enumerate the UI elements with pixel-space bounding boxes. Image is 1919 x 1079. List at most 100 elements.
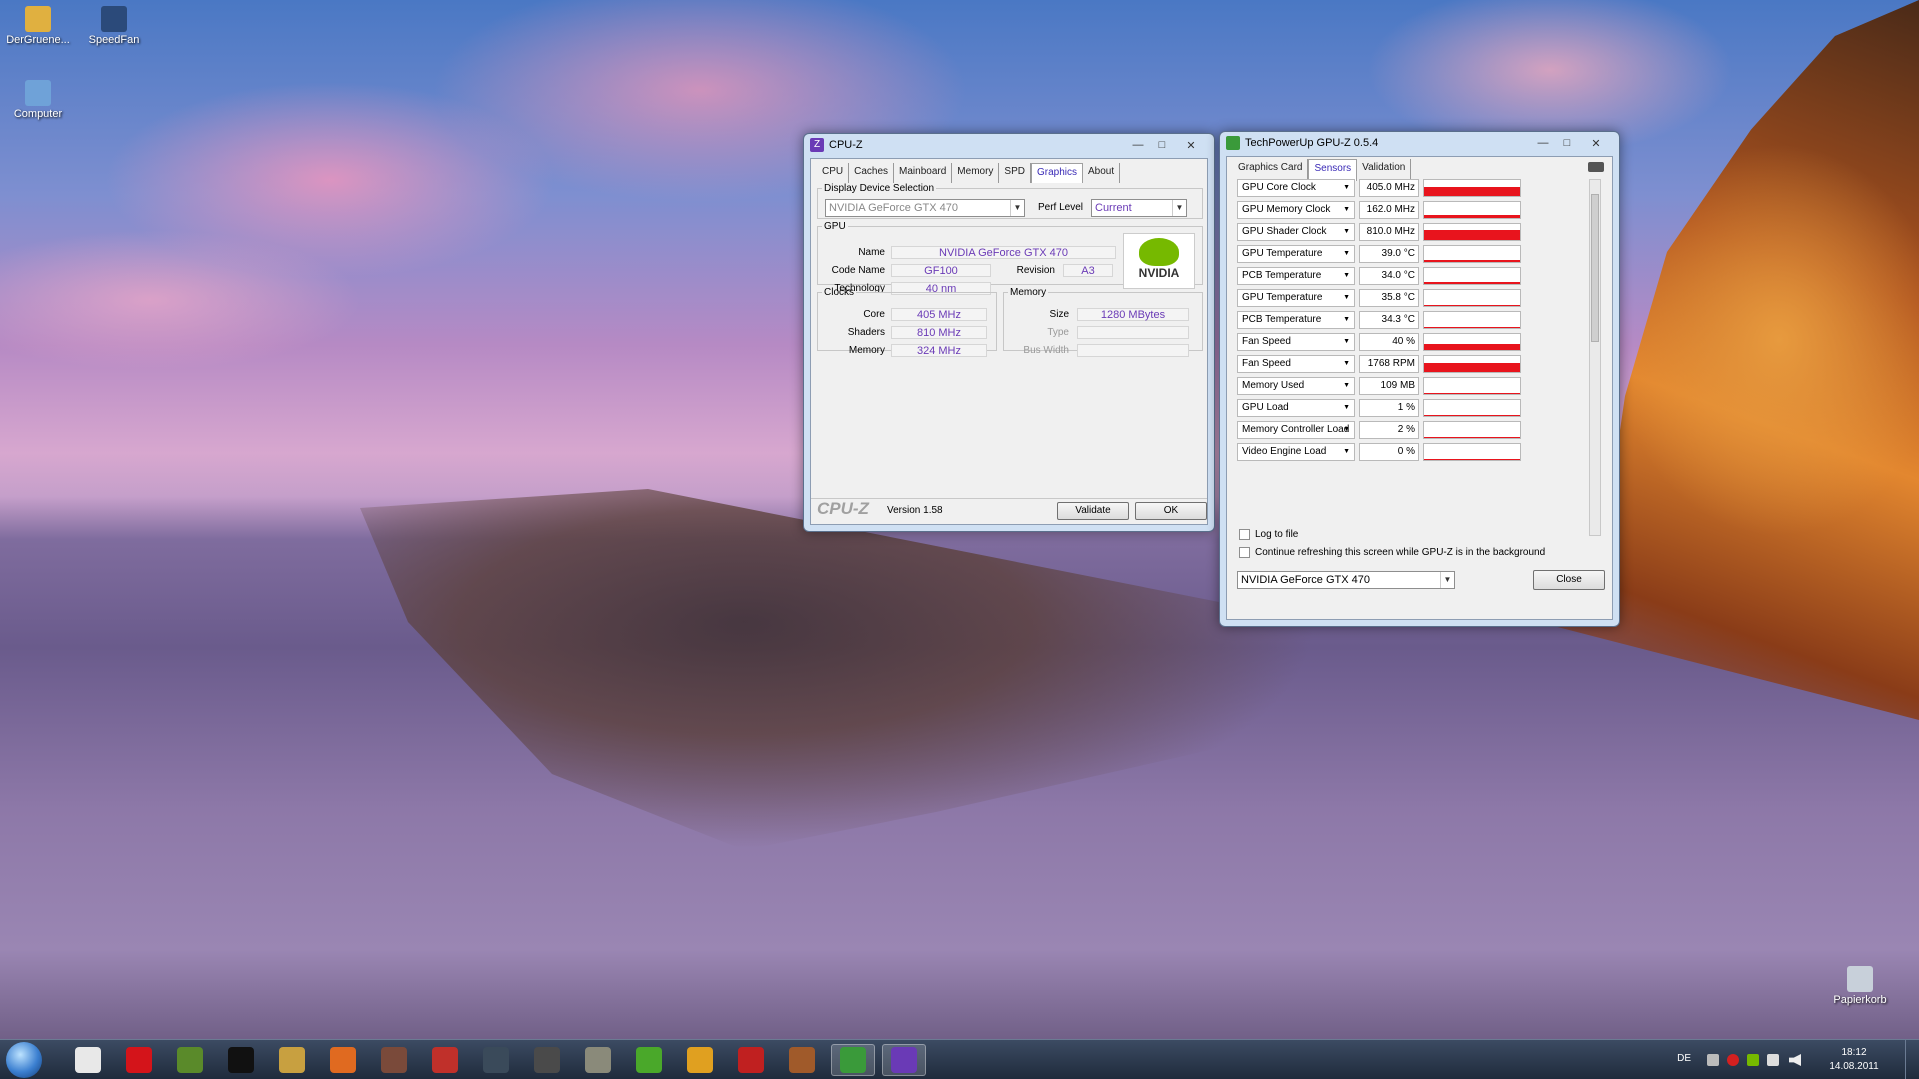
taskbar-borderlands[interactable] [729,1044,773,1076]
start-button[interactable] [6,1042,42,1078]
nvidia-wordmark: NVIDIA [1138,266,1180,280]
log-to-file-checkbox[interactable] [1239,529,1250,540]
taskbar-wolf-app[interactable] [66,1044,110,1076]
gpuz-tabs: Graphics Card Sensors Validation [1227,157,1612,181]
taskbar-minecraft[interactable] [168,1044,212,1076]
codename-label: Code Name [831,265,885,276]
gpu-device-select[interactable]: NVIDIA GeForce GTX 470 ▼ [1237,571,1455,589]
desktop-icon-recycle-bin[interactable]: Papierkorb [1822,966,1898,1006]
maximize-icon[interactable]: □ [1150,137,1174,153]
desktop-icon-label: SpeedFan [88,34,140,46]
sensor-scrollbar[interactable] [1589,179,1601,536]
volume-icon[interactable] [1789,1054,1801,1066]
taskbar-crossfire-game[interactable] [423,1044,467,1076]
nvidia-tray-icon[interactable] [1747,1054,1759,1066]
tab-memory[interactable]: Memory [952,163,1000,183]
tab-sensors[interactable]: Sensors [1308,159,1358,181]
taskbar-fighter-game[interactable] [372,1044,416,1076]
clock[interactable]: 18:12 14.08.2011 [1819,1046,1889,1074]
taskbar-command-prompt[interactable] [219,1044,263,1076]
memory-buswidth-value [1077,344,1189,357]
core-label: Core [863,309,885,320]
gpuz-titlebar[interactable]: TechPowerUp GPU-Z 0.5.4 — □ ✕ [1220,132,1619,154]
sensor-name-select[interactable]: PCB Temperature ▼ [1237,311,1355,329]
tab-graphics-card[interactable]: Graphics Card [1233,159,1309,181]
cpuz-app-icon: Z [810,138,824,152]
tab-graphics[interactable]: Graphics [1030,163,1083,183]
sensor-name-select[interactable]: Video Engine Load ▼ [1237,443,1355,461]
show-desktop-button[interactable] [1905,1040,1919,1079]
sensor-graph-fill [1424,260,1520,262]
antivirus-icon[interactable] [1727,1054,1739,1066]
taskbar-pixel-game[interactable] [780,1044,824,1076]
cpuz-titlebar[interactable]: Z CPU-Z — □ ✕ [804,134,1214,156]
perf-level-select[interactable]: Current ▼ [1091,199,1187,217]
sensor-name-select[interactable]: Fan Speed ▼ [1237,333,1355,351]
sensor-name-select[interactable]: GPU Load ▼ [1237,399,1355,417]
sensor-value: 405.0 MHz [1359,179,1419,197]
sensor-name-select[interactable]: Memory Used ▼ [1237,377,1355,395]
desktop-icon-label: Papierkorb [1833,994,1887,1006]
tab-validation[interactable]: Validation [1357,159,1412,181]
sensor-graph-fill [1424,327,1520,328]
tab-about[interactable]: About [1083,163,1121,183]
desktop-icon-dergruene[interactable]: DerGruene... [0,6,76,46]
display-device-select[interactable]: NVIDIA GeForce GTX 470 ▼ [825,199,1025,217]
sensor-name-select[interactable]: GPU Temperature ▼ [1237,289,1355,307]
gpuz-taskbar-icon [840,1047,866,1073]
sensor-graph [1423,399,1521,417]
chevron-down-icon: ▼ [1343,206,1350,213]
tab-spd[interactable]: SPD [999,163,1031,183]
sensor-name-select[interactable]: Memory Controller Load ▼ [1237,421,1355,439]
network-icon[interactable] [1707,1054,1719,1066]
maximize-icon[interactable]: □ [1555,135,1579,151]
desktop-icon-computer[interactable]: Computer [0,80,76,120]
action-center-icon[interactable] [1767,1054,1779,1066]
ok-button[interactable]: OK [1135,502,1207,520]
orange-shield-app-icon [330,1047,356,1073]
taskbar-gpuz-taskbar[interactable] [831,1044,875,1076]
tab-caches[interactable]: Caches [849,163,895,183]
taskbar-two-worlds-game[interactable] [678,1044,722,1076]
tab-cpu[interactable]: CPU [817,163,850,183]
taskbar-game-shield-app[interactable] [270,1044,314,1076]
close-button[interactable]: Close [1533,570,1605,590]
sensor-graph [1423,289,1521,307]
taskbar-robot-game[interactable] [576,1044,620,1076]
sensor-name-select[interactable]: GPU Core Clock ▼ [1237,179,1355,197]
sensor-name-select[interactable]: GPU Shader Clock ▼ [1237,223,1355,241]
camera-icon[interactable] [1588,162,1604,172]
nvidia-eye-icon [1139,238,1179,266]
pixel-game-icon [789,1047,815,1073]
close-icon[interactable]: ✕ [1579,135,1613,151]
taskbar-cpuz-taskbar[interactable] [882,1044,926,1076]
taskbar-counter-strike[interactable] [474,1044,518,1076]
continue-refresh-checkbox[interactable] [1239,547,1250,558]
minimize-icon[interactable]: — [1531,135,1555,151]
minimize-icon[interactable]: — [1126,137,1150,153]
language-indicator[interactable]: DE [1677,1053,1691,1064]
close-icon[interactable]: ✕ [1174,137,1208,153]
taskbar-opera-browser[interactable] [117,1044,161,1076]
sensor-name-select[interactable]: GPU Temperature ▼ [1237,245,1355,263]
taskbar-soldier-game[interactable] [525,1044,569,1076]
soldier-game-icon [534,1047,560,1073]
desktop-icon-label: Computer [13,108,63,120]
borderlands-icon [738,1047,764,1073]
size-label: Size [1049,309,1069,320]
validate-button[interactable]: Validate [1057,502,1129,520]
sensor-name-select[interactable]: Fan Speed ▼ [1237,355,1355,373]
sensor-value: 1768 RPM [1359,355,1419,373]
sensor-value: 40 % [1359,333,1419,351]
tab-mainboard[interactable]: Mainboard [894,163,953,183]
robot-game-icon [585,1047,611,1073]
desktop-icon-speedfan[interactable]: SpeedFan [76,6,152,46]
taskbar-utorrent[interactable] [627,1044,671,1076]
sensor-name-select[interactable]: PCB Temperature ▼ [1237,267,1355,285]
scrollbar-thumb[interactable] [1591,194,1599,342]
taskbar-orange-shield-app[interactable] [321,1044,365,1076]
sensor-name: PCB Temperature [1242,270,1322,281]
gpuz-window[interactable]: TechPowerUp GPU-Z 0.5.4 — □ ✕ Graphics C… [1219,131,1620,627]
cpuz-window[interactable]: Z CPU-Z — □ ✕ CPU Caches Mainboard Memor… [803,133,1215,532]
sensor-name-select[interactable]: GPU Memory Clock ▼ [1237,201,1355,219]
